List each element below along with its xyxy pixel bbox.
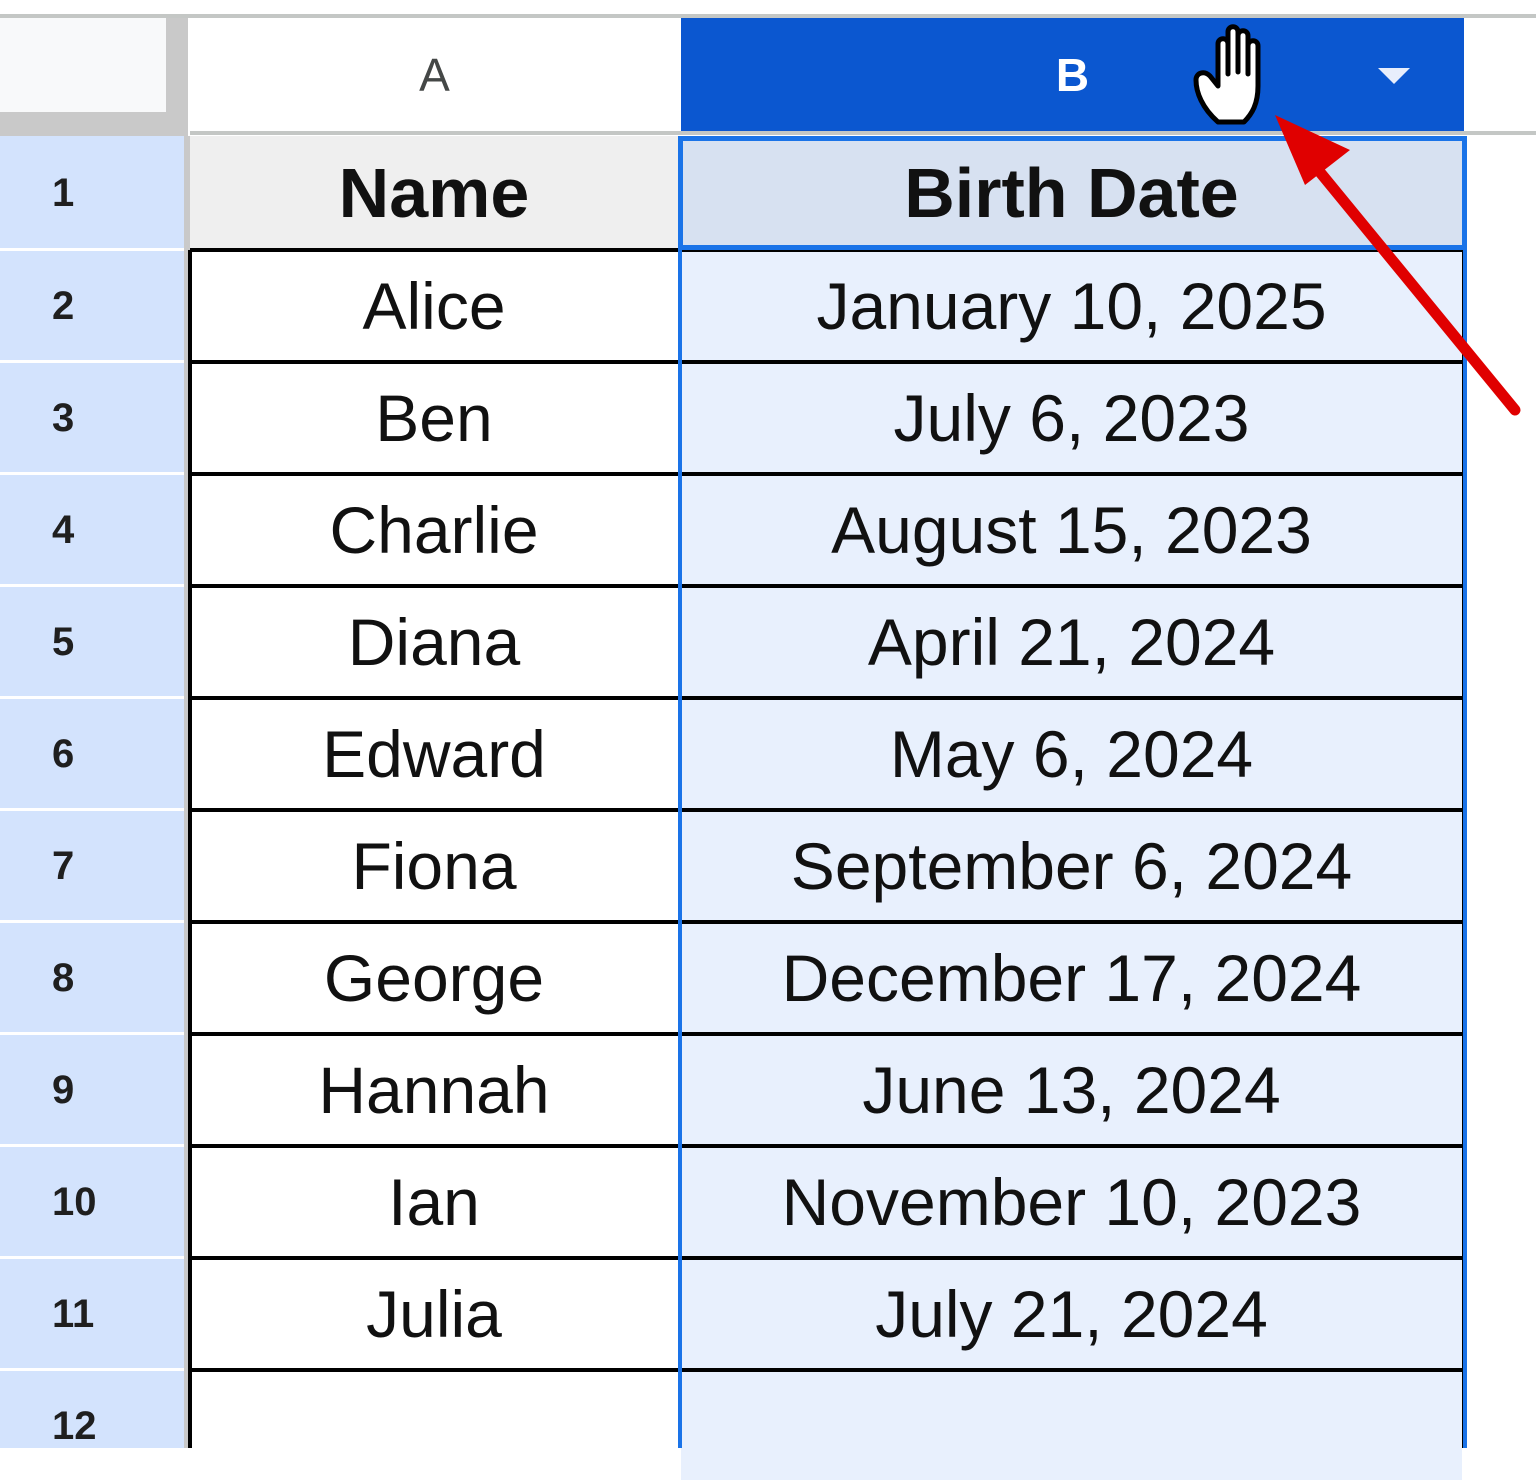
cell-a10[interactable]: Ian <box>190 1148 678 1256</box>
row-header-separator <box>0 1368 188 1371</box>
cell-a4-text: Charlie <box>329 493 539 567</box>
row-header-4[interactable]: 4 <box>0 474 188 586</box>
cell-a6[interactable]: Edward <box>190 700 678 808</box>
column-header-b-label: B <box>1055 49 1090 101</box>
cell-a3[interactable]: Ben <box>190 364 678 472</box>
row-header-separator <box>0 360 188 363</box>
row-header-3[interactable]: 3 <box>0 362 188 474</box>
row-header-7[interactable]: 7 <box>0 810 188 922</box>
cell-a4[interactable]: Charlie <box>190 476 678 584</box>
row-header-separator <box>0 472 188 475</box>
cell-a7-text: Fiona <box>351 829 517 903</box>
row-header-separator <box>0 584 188 587</box>
row-header-separator <box>0 248 188 251</box>
row-header-9[interactable]: 9 <box>0 1034 188 1146</box>
row-header-6[interactable]: 6 <box>0 698 188 810</box>
cell-a10-text: Ian <box>388 1165 480 1239</box>
cell-a2-text: Alice <box>362 269 506 343</box>
cell-border-col <box>188 250 192 1448</box>
column-header-a-label: A <box>419 49 450 101</box>
cell-a2[interactable]: Alice <box>190 252 678 360</box>
cell-a11-text: Julia <box>366 1277 502 1351</box>
hand-cursor-icon <box>1193 24 1261 125</box>
row-header-separator <box>0 808 188 811</box>
cell-a7[interactable]: Fiona <box>190 812 678 920</box>
row-header-10[interactable]: 10 <box>0 1146 188 1258</box>
column-header-a[interactable]: A <box>190 18 679 132</box>
cell-a8-text: George <box>323 941 545 1015</box>
spreadsheet-grid: A B 1 2 3 4 5 6 7 8 9 10 11 12 Name Birth Date Alice J… <box>0 0 1536 1480</box>
cell-a5[interactable]: Diana <box>190 588 678 696</box>
cell-a6-text: Edward <box>322 717 546 791</box>
cell-a9-text: Hannah <box>318 1053 550 1127</box>
row-header-11[interactable]: 11 <box>0 1258 188 1370</box>
row-header-5[interactable]: 5 <box>0 586 188 698</box>
row-header-2[interactable]: 2 <box>0 250 188 362</box>
cell-a11[interactable]: Julia <box>190 1260 678 1368</box>
cell-a8[interactable]: George <box>190 924 678 1032</box>
select-all-corner-face[interactable] <box>0 18 166 112</box>
row-header-12[interactable]: 12 <box>0 1370 188 1482</box>
dropdown-arrow-icon[interactable] <box>1378 68 1410 84</box>
cell-a9[interactable]: Hannah <box>190 1036 678 1144</box>
row-header-8[interactable]: 8 <box>0 922 188 1034</box>
row-header-1[interactable]: 1 <box>0 136 188 250</box>
cell-a5-text: Diana <box>347 605 521 679</box>
cell-a3-text: Ben <box>375 381 493 455</box>
row-header-separator <box>0 920 188 923</box>
row-header-separator <box>0 696 188 699</box>
select-all-corner[interactable] <box>0 18 188 136</box>
row-header-separator <box>0 1144 188 1147</box>
cell-a1-text: Name <box>338 154 530 232</box>
cell-a12[interactable] <box>190 1372 678 1480</box>
row-header-separator <box>0 1032 188 1035</box>
cell-a1[interactable]: Name <box>190 136 678 250</box>
row-header-separator <box>0 1256 188 1259</box>
red-arrow-annotation <box>1275 115 1521 416</box>
